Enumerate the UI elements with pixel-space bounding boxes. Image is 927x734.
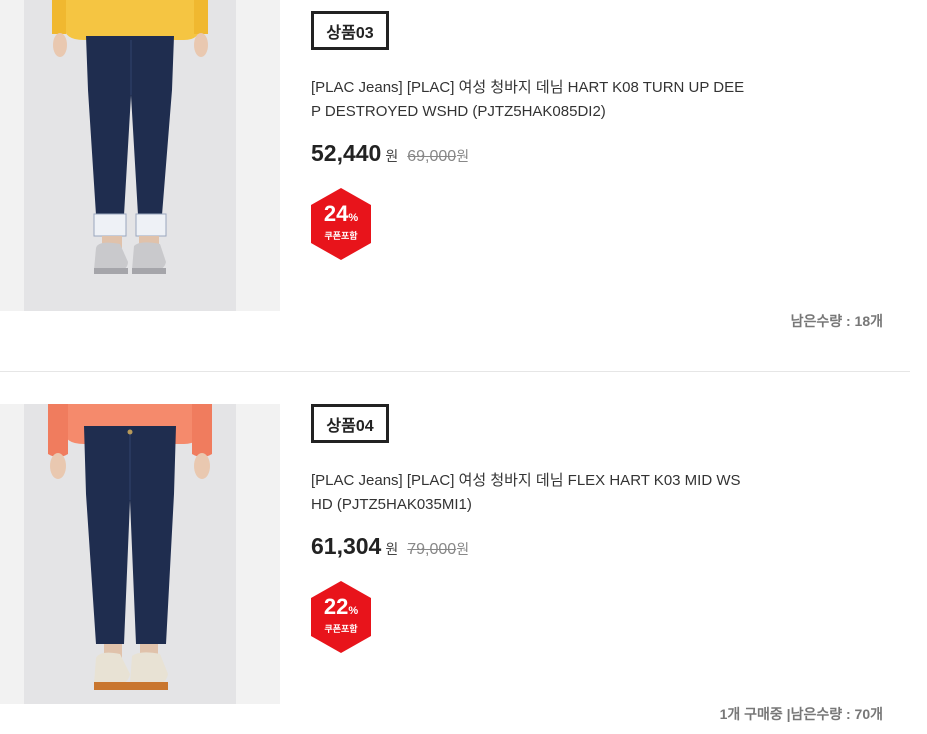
original-price-unit: 원 — [456, 541, 470, 557]
price-row: 52,440 원 69,000 원 — [311, 140, 469, 167]
product-number-tag: 상품03 — [311, 11, 389, 50]
sale-price: 52,440 — [311, 140, 382, 166]
product-image[interactable] — [0, 404, 280, 704]
discount-rate: 22% — [309, 595, 373, 623]
discount-badge: 22% 쿠폰포함 — [309, 581, 373, 653]
coupon-label: 쿠폰포함 — [324, 231, 358, 241]
product-item[interactable]: 상품04 [PLAC Jeans] [PLAC] 여성 청바지 데님 FLEX … — [0, 373, 910, 734]
sale-price-unit: 원 — [385, 148, 399, 164]
discount-rate: 24% — [309, 202, 373, 230]
coupon-label: 쿠폰포함 — [324, 624, 358, 634]
product-number-tag: 상품04 — [311, 404, 389, 443]
product-item[interactable]: 상품03 [PLAC Jeans] [PLAC] 여성 청바지 데님 HART … — [0, 0, 910, 372]
discount-number: 24 — [323, 201, 349, 226]
jeans-photo — [48, 404, 212, 690]
discount-badge: 24% 쿠폰포함 — [309, 188, 373, 260]
jeans-photo — [52, 0, 208, 274]
product-title[interactable]: [PLAC Jeans] [PLAC] 여성 청바지 데님 HART K08 T… — [311, 76, 751, 124]
discount-unit: % — [348, 605, 359, 617]
original-price: 79,000 — [407, 541, 457, 558]
sale-price: 61,304 — [311, 533, 382, 559]
discount-unit: % — [348, 212, 359, 224]
price-row: 61,304 원 79,000 원 — [311, 533, 469, 560]
product-title[interactable]: [PLAC Jeans] [PLAC] 여성 청바지 데님 FLEX HART … — [311, 469, 751, 517]
sale-price-unit: 원 — [385, 541, 399, 557]
stock-status: 1개 구매중 |남은수량 : 70개 — [719, 706, 883, 722]
discount-number: 22 — [323, 594, 349, 619]
product-image[interactable] — [0, 0, 280, 311]
original-price-unit: 원 — [456, 148, 470, 164]
original-price: 69,000 — [407, 148, 457, 165]
stock-status: 남은수량 : 18개 — [790, 313, 883, 329]
